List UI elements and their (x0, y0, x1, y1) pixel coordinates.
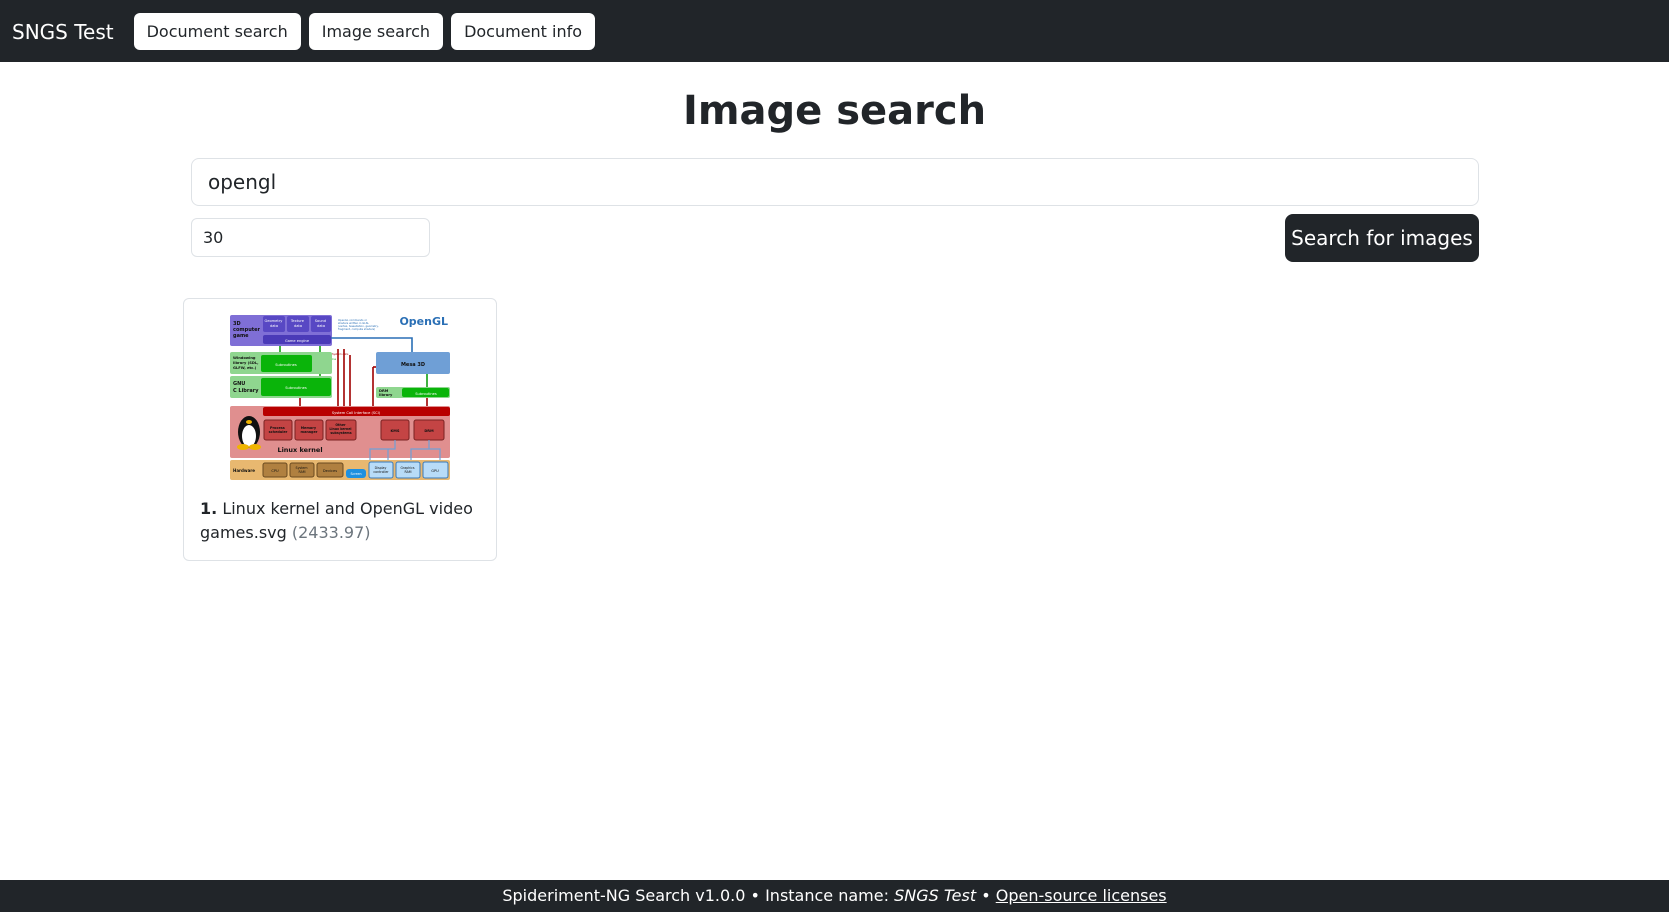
thumb-windowing-label: Windowing library (SDL, GLFW, etc.) (233, 356, 260, 370)
thumb-sci-label: System Call Interface (SCI) (332, 411, 381, 415)
result-index: 1. (200, 499, 218, 518)
search-query-input[interactable] (191, 158, 1479, 206)
thumb-hardware-label: Hardware (233, 468, 255, 473)
brand-title[interactable]: SNGS Test (12, 20, 114, 44)
image-result-card: 3D computer game Geometry data Texture d… (183, 298, 497, 561)
thumb-syscalls-label: System calls (332, 352, 349, 356)
footer-instance-name: SNGS Test (894, 886, 977, 905)
result-limit-input[interactable] (191, 218, 430, 257)
footer: Spideriment-NG Search v1.0.0 • Instance … (0, 880, 1669, 912)
top-navbar: SNGS Test Document search Image search D… (0, 0, 1669, 62)
thumb-kms-label: KMS (391, 429, 400, 433)
open-source-licenses-link[interactable]: Open-source licenses (996, 886, 1167, 905)
thumb-engine-label: Game engine (285, 339, 310, 343)
thumb-display-label: Display controller (373, 466, 389, 474)
thumb-memory-label: Memory manager (301, 426, 318, 434)
nav-document-search-button[interactable]: Document search (133, 12, 301, 50)
search-for-images-button[interactable]: Search for images (1285, 214, 1479, 262)
footer-product: Spideriment-NG Search v1.0.0 (502, 886, 746, 905)
nav-document-info-button[interactable]: Document info (451, 12, 596, 50)
thumb-cpu-label: CPU (271, 469, 279, 473)
thumb-scheduler-label: Process scheduler (269, 426, 288, 434)
result-score: (2433.97) (291, 523, 371, 542)
thumb-mesa-label: Mesa 3D (401, 362, 425, 368)
thumb-gpu-label: GPU (431, 469, 439, 473)
thumb-subroutines-label-1: Subroutines (275, 363, 297, 367)
thumb-subroutines-label-3: Subroutines (415, 392, 437, 396)
thumb-screen-label: Screen (351, 472, 362, 476)
footer-separator: • (981, 886, 991, 905)
thumb-subroutines-label-2: Subroutines (285, 386, 307, 390)
footer-separator: • (750, 886, 760, 905)
nav-image-search-button[interactable]: Image search (308, 12, 444, 50)
thumb-drm-label: DRM (424, 429, 434, 433)
footer-instance-label: Instance name: (765, 886, 889, 905)
thumb-devices-label: Devices (323, 469, 337, 473)
thumb-opengl-logo: OpenGL (399, 315, 448, 328)
result-thumbnail-image[interactable]: 3D computer game Geometry data Texture d… (230, 315, 450, 480)
result-caption: 1. Linux kernel and OpenGL video games.s… (200, 497, 490, 545)
page-title: Image search (682, 88, 987, 134)
thumb-kernel-label: Linux kernel (277, 446, 322, 454)
